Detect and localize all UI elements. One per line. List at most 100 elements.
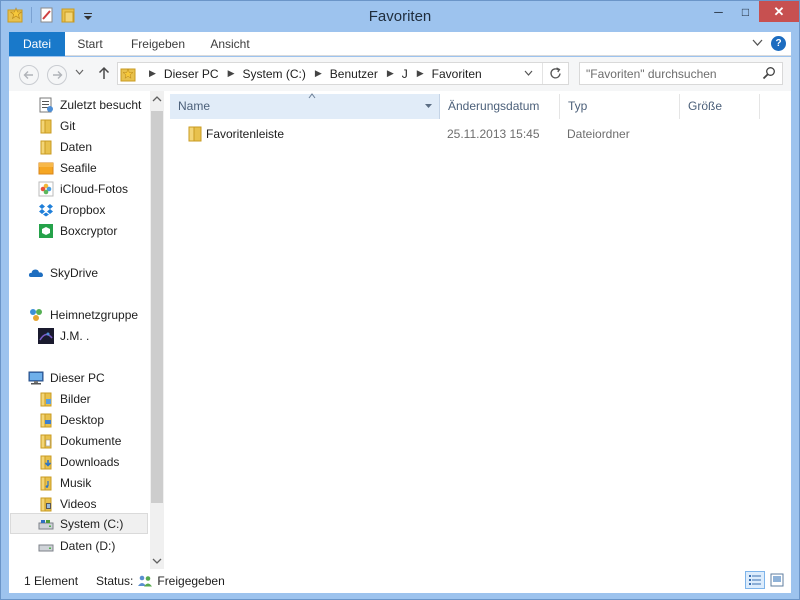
nav-item-videos[interactable]: Videos — [38, 493, 96, 514]
downloads-folder-icon — [38, 454, 54, 470]
address-bar[interactable]: ▶ Dieser PC ▶ System (C:) ▶ Benutzer ▶ J… — [117, 62, 569, 85]
nav-item-label: Downloads — [60, 454, 120, 469]
chevron-right-icon[interactable]: ▶ — [228, 68, 235, 79]
search-input[interactable] — [586, 66, 756, 81]
scroll-thumb[interactable] — [151, 111, 163, 503]
back-button[interactable] — [19, 65, 39, 85]
nav-item-label: SkyDrive — [50, 265, 99, 280]
nav-item-git[interactable]: Git — [38, 115, 75, 136]
file-row[interactable]: Favoritenleiste 25.11.2013 15:45 Dateior… — [170, 123, 760, 145]
item-count: 1 Element — [24, 574, 79, 588]
desktop-folder-icon — [38, 412, 54, 428]
status-value: Freigegeben — [157, 574, 225, 588]
forward-button[interactable] — [47, 65, 67, 85]
nav-item-zuletzt-besucht[interactable]: Zuletzt besucht — [38, 94, 141, 115]
large-icons-view-button[interactable] — [767, 571, 787, 589]
nav-item-desktop[interactable]: Desktop — [38, 409, 104, 430]
nav-item-label: Git — [60, 118, 76, 133]
shared-users-icon — [137, 574, 153, 588]
column-header-size[interactable]: Größe — [680, 94, 760, 119]
nav-item-skydrive[interactable]: SkyDrive — [28, 262, 98, 283]
drive-icon — [38, 538, 54, 554]
column-filter-icon[interactable] — [424, 94, 433, 119]
details-view-button[interactable] — [745, 571, 765, 589]
refresh-button[interactable] — [542, 63, 568, 84]
tab-ansicht[interactable]: Ansicht — [202, 32, 258, 56]
file-name[interactable]: Favoritenleiste — [206, 127, 284, 141]
nav-item-bilder[interactable]: Bilder — [38, 388, 91, 409]
window-title: Favoriten — [368, 8, 432, 25]
nav-item-icloud-fotos[interactable]: iCloud-Fotos — [38, 178, 128, 199]
nav-item-system-c[interactable]: System (C:) — [10, 513, 148, 534]
computer-icon — [28, 370, 44, 386]
nav-item-dokumente[interactable]: Dokumente — [38, 430, 121, 451]
tab-start[interactable]: Start — [67, 32, 113, 56]
nav-item-dieser-pc[interactable]: Dieser PC — [28, 367, 105, 388]
seafile-icon — [38, 160, 54, 176]
column-header-label: Name — [178, 99, 211, 113]
scroll-up-icon[interactable] — [150, 93, 164, 105]
ribbon-tabs: Datei Start Freigeben Ansicht ? — [9, 32, 791, 56]
chevron-right-icon[interactable]: ▶ — [149, 68, 156, 79]
column-header-type[interactable]: Typ — [560, 94, 680, 119]
breadcrumb-item[interactable]: J — [402, 67, 408, 81]
nav-scrollbar[interactable] — [150, 91, 164, 569]
nav-item-dropbox[interactable]: Dropbox — [38, 199, 105, 220]
breadcrumb-item[interactable]: Favoriten — [432, 67, 482, 81]
nav-item-homegroup-user[interactable]: J.M. . — [38, 325, 89, 346]
maximize-button[interactable]: □ — [732, 1, 759, 22]
column-header-date[interactable]: Änderungsdatum — [440, 94, 560, 119]
expand-ribbon-icon[interactable] — [752, 37, 763, 48]
breadcrumb-item[interactable]: System (C:) — [243, 67, 306, 81]
close-button[interactable]: ✕ — [759, 1, 799, 22]
nav-item-musik[interactable]: Musik — [38, 472, 91, 493]
folder-icon — [186, 125, 204, 143]
nav-item-label: Dieser PC — [50, 370, 105, 385]
scroll-down-icon[interactable] — [150, 555, 164, 567]
nav-item-downloads[interactable]: Downloads — [38, 451, 119, 472]
tab-datei[interactable]: Datei — [9, 32, 65, 56]
nav-item-label: Heimnetzgruppe — [50, 307, 139, 322]
nav-item-label: Dokumente — [60, 433, 122, 448]
chevron-right-icon[interactable]: ▶ — [417, 68, 424, 79]
navigation-pane: Zuletzt besucht Git Daten Seafile iCloud… — [9, 91, 164, 569]
favorites-folder-icon — [120, 66, 136, 82]
nav-item-label: iCloud-Fotos — [60, 181, 129, 196]
chevron-down-icon[interactable] — [524, 68, 533, 77]
nav-item-label: Bilder — [60, 391, 91, 406]
up-button[interactable] — [97, 65, 111, 81]
nav-item-label: Daten (D:) — [60, 538, 116, 553]
breadcrumb-item[interactable]: Dieser PC — [164, 67, 219, 81]
nav-item-label: Musik — [60, 475, 92, 490]
recent-locations-dropdown[interactable] — [75, 67, 84, 76]
nav-item-label: Dropbox — [60, 202, 106, 217]
minimize-button[interactable]: ─ — [705, 1, 732, 22]
column-header-name[interactable]: Name — [170, 93, 440, 119]
videos-folder-icon — [38, 496, 54, 512]
nav-item-label: Boxcryptor — [60, 223, 118, 238]
drive-icon — [38, 516, 54, 532]
help-button[interactable]: ? — [771, 36, 786, 51]
nav-item-label: Daten — [60, 139, 93, 154]
breadcrumb: ▶ Dieser PC ▶ System (C:) ▶ Benutzer ▶ J… — [140, 63, 482, 84]
nav-item-daten-d[interactable]: Daten (D:) — [38, 535, 115, 556]
folder-icon — [38, 118, 54, 134]
search-icon[interactable] — [762, 66, 776, 80]
search-box — [579, 62, 783, 85]
skydrive-cloud-icon — [28, 265, 44, 281]
status-bar: 1 Element Status: Freigegeben — [9, 569, 791, 593]
nav-item-boxcryptor[interactable]: Boxcryptor — [38, 220, 117, 241]
chevron-right-icon[interactable]: ▶ — [387, 68, 394, 79]
user-avatar-icon — [38, 327, 54, 344]
documents-folder-icon — [38, 433, 54, 449]
nav-item-seafile[interactable]: Seafile — [38, 157, 97, 178]
breadcrumb-item[interactable]: Benutzer — [330, 67, 378, 81]
nav-item-daten[interactable]: Daten — [38, 136, 92, 157]
explorer-window: Favoriten ─ □ ✕ Datei Start Freigeben An… — [0, 0, 800, 600]
tab-freigeben[interactable]: Freigeben — [121, 32, 195, 56]
address-row: ▶ Dieser PC ▶ System (C:) ▶ Benutzer ▶ J… — [9, 57, 791, 91]
share-status: Status: Freigegeben — [96, 574, 225, 588]
dropbox-icon — [38, 202, 54, 218]
chevron-right-icon[interactable]: ▶ — [315, 68, 322, 79]
nav-item-heimnetzgruppe[interactable]: Heimnetzgruppe — [28, 304, 138, 325]
